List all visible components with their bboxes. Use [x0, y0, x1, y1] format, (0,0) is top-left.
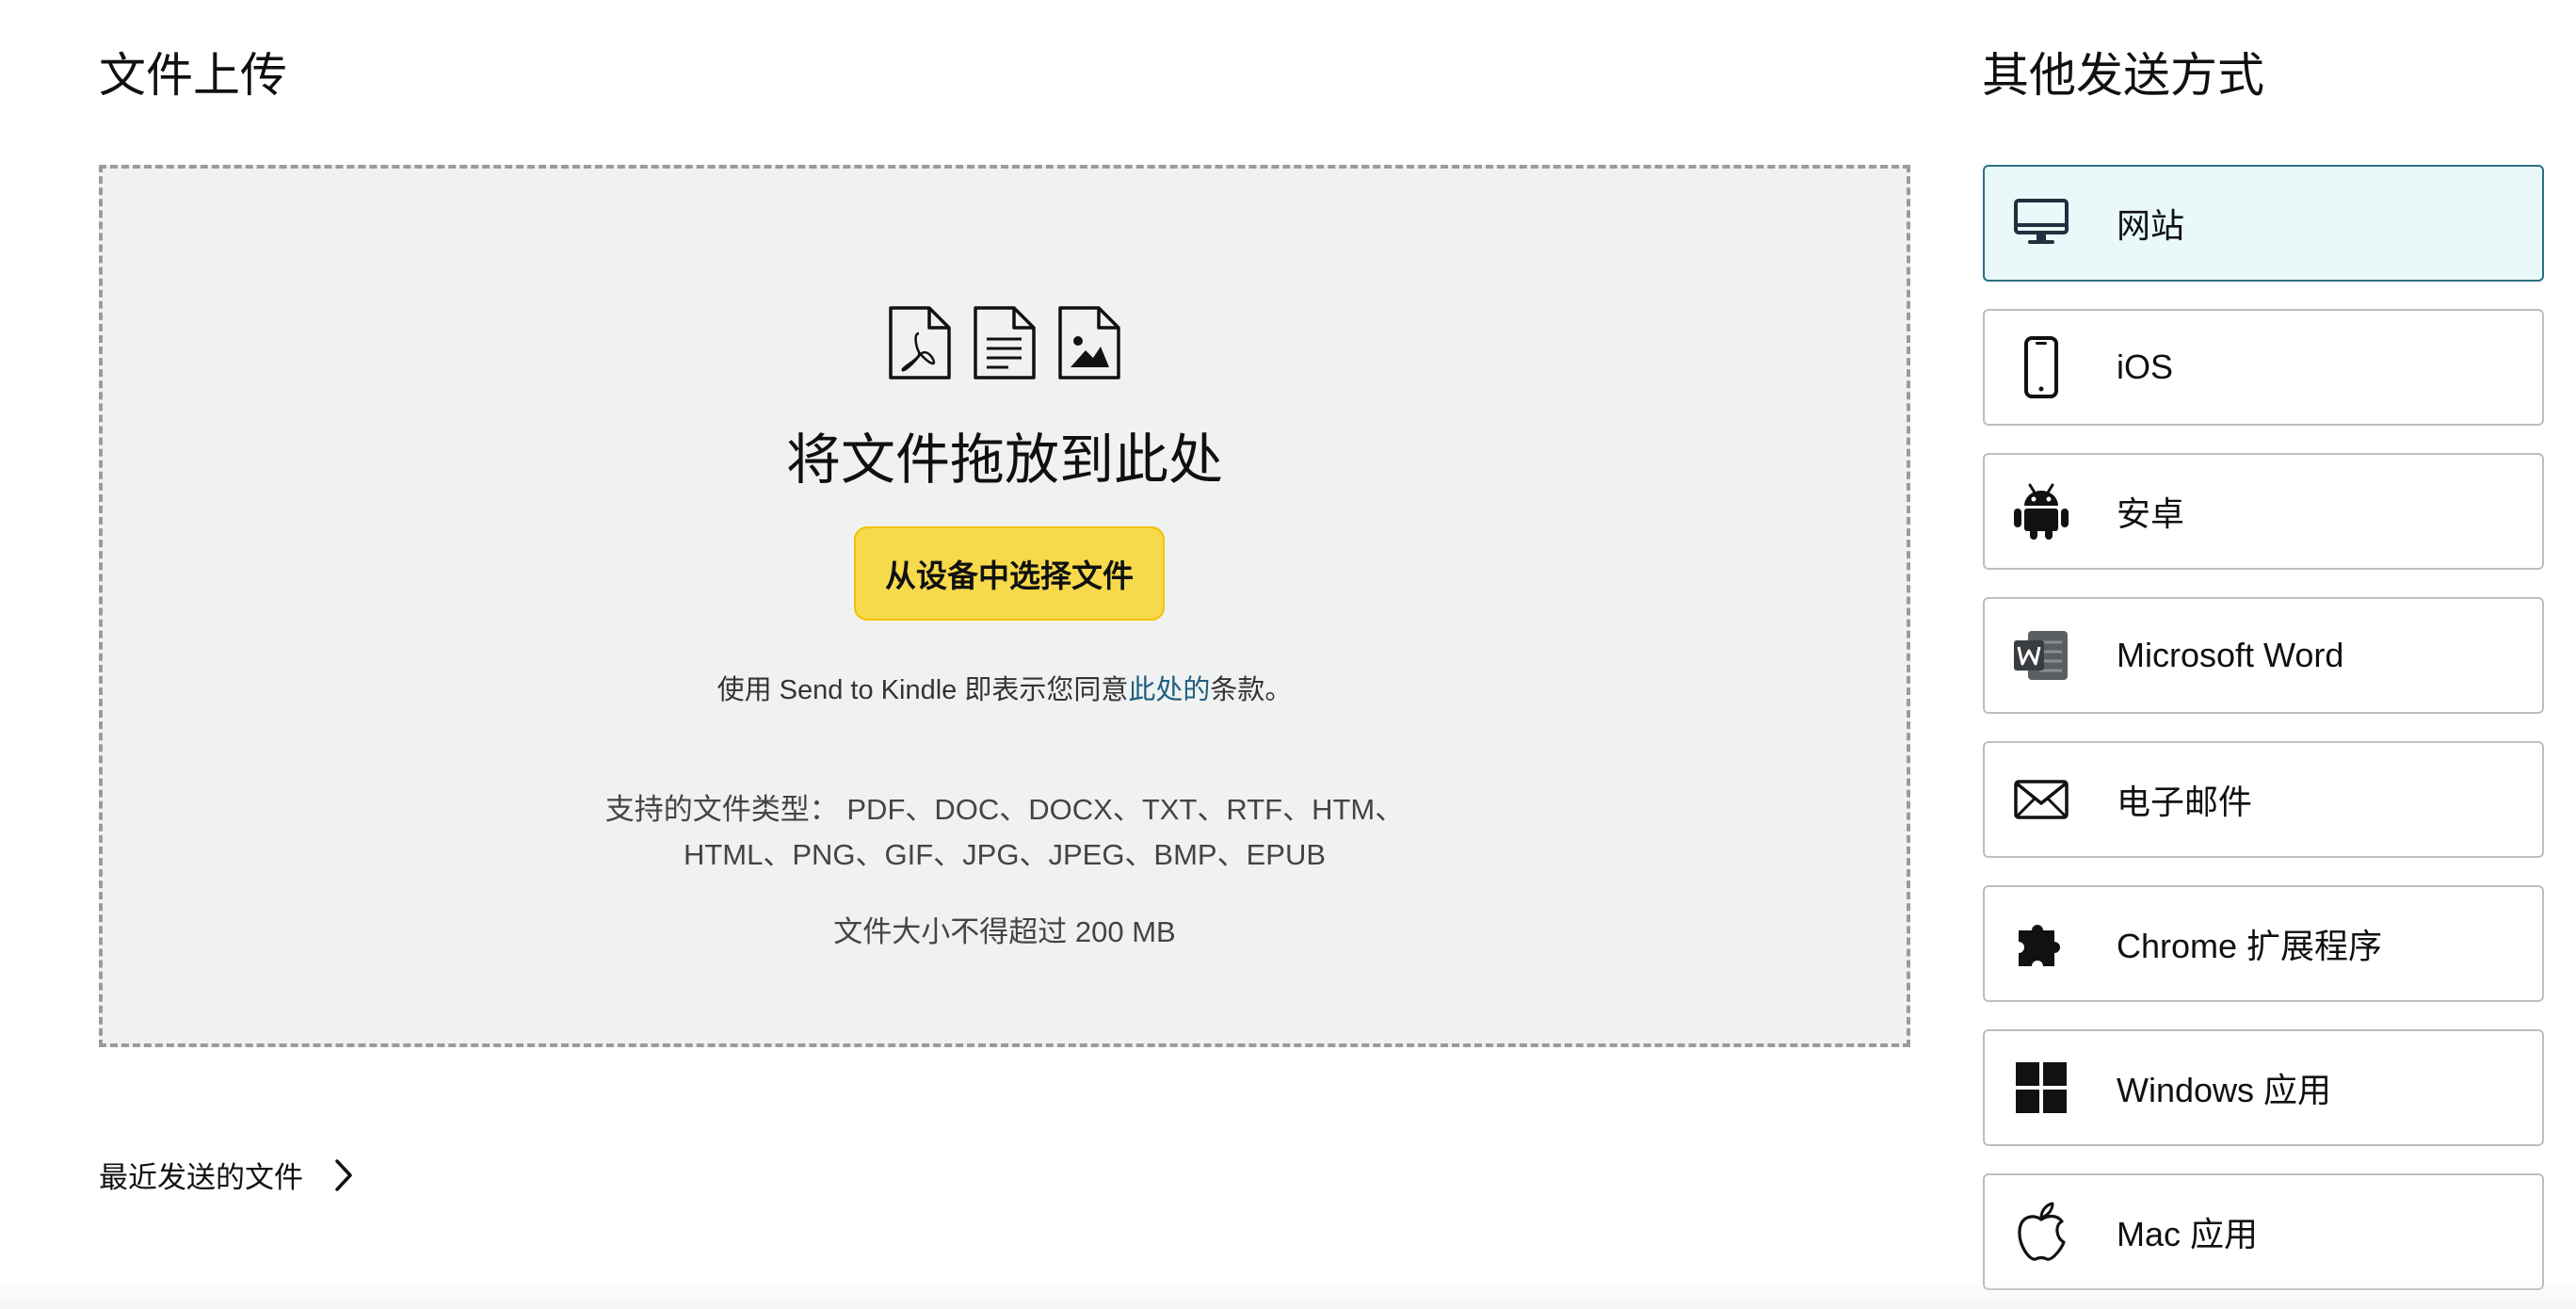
method-ios[interactable]: iOS: [1983, 309, 2544, 426]
recent-files-label: 最近发送的文件: [99, 1161, 303, 1194]
text-file-icon: [974, 306, 1036, 380]
file-type-icons: [103, 305, 1907, 380]
terms-text: 使用 Send to Kindle 即表示您同意此处的条款。: [103, 668, 1907, 707]
phone-icon: [2011, 336, 2071, 398]
upload-section-title: 文件上传: [99, 49, 287, 102]
method-label: Windows 应用: [2117, 1071, 2332, 1109]
terms-suffix: 条款。: [1210, 675, 1293, 705]
method-label: 安卓: [2117, 494, 2185, 533]
desktop-icon: [2011, 193, 2071, 253]
image-file-icon: [1058, 306, 1120, 380]
size-limit-text: 文件大小不得超过 200 MB: [833, 915, 1176, 948]
method-website[interactable]: 网站: [1983, 165, 2544, 282]
method-chrome-extension[interactable]: Chrome 扩展程序: [1983, 885, 2544, 1002]
method-label: 电子邮件: [2117, 783, 2253, 821]
method-label: Mac 应用: [2117, 1215, 2259, 1253]
android-icon: [2011, 481, 2071, 541]
method-label: iOS: [2117, 347, 2174, 386]
method-label: Chrome 扩展程序: [2117, 927, 2383, 965]
supported-types-line2: HTML、PNG、GIF、JPG、JPEG、BMP、EPUB: [683, 838, 1327, 871]
terms-prefix: 使用 Send to Kindle 即表示您同意: [716, 675, 1129, 705]
terms-link[interactable]: 此处的: [1128, 675, 1210, 705]
file-dropzone[interactable]: 将文件拖放到此处 从设备中选择文件 使用 Send to Kindle 即表示您…: [99, 165, 1910, 1047]
bottom-fade: [0, 1281, 2576, 1309]
apple-icon: [2011, 1202, 2071, 1262]
method-email[interactable]: 电子邮件: [1983, 741, 2544, 858]
pdf-file-icon: [889, 306, 951, 380]
method-android[interactable]: 安卓: [1983, 453, 2544, 570]
method-label: Microsoft Word: [2117, 636, 2344, 674]
recent-files-link[interactable]: 最近发送的文件: [99, 1154, 356, 1196]
mail-icon: [2011, 769, 2071, 830]
drop-heading: 将文件拖放到此处: [785, 429, 1223, 491]
other-methods-title: 其他发送方式: [1982, 49, 2264, 102]
supported-types-line1: 支持的文件类型： PDF、DOC、DOCX、TXT、RTF、HTM、: [604, 793, 1405, 826]
chevron-right-icon: [335, 1158, 352, 1191]
method-word[interactable]: Microsoft Word: [1983, 597, 2544, 714]
word-icon: [2011, 625, 2071, 686]
method-windows[interactable]: Windows 应用: [1983, 1029, 2544, 1146]
method-label: 网站: [2117, 206, 2185, 245]
choose-file-button[interactable]: 从设备中选择文件: [854, 526, 1165, 621]
puzzle-icon: [2011, 913, 2071, 974]
windows-icon: [2011, 1058, 2071, 1118]
method-mac[interactable]: Mac 应用: [1983, 1173, 2544, 1290]
